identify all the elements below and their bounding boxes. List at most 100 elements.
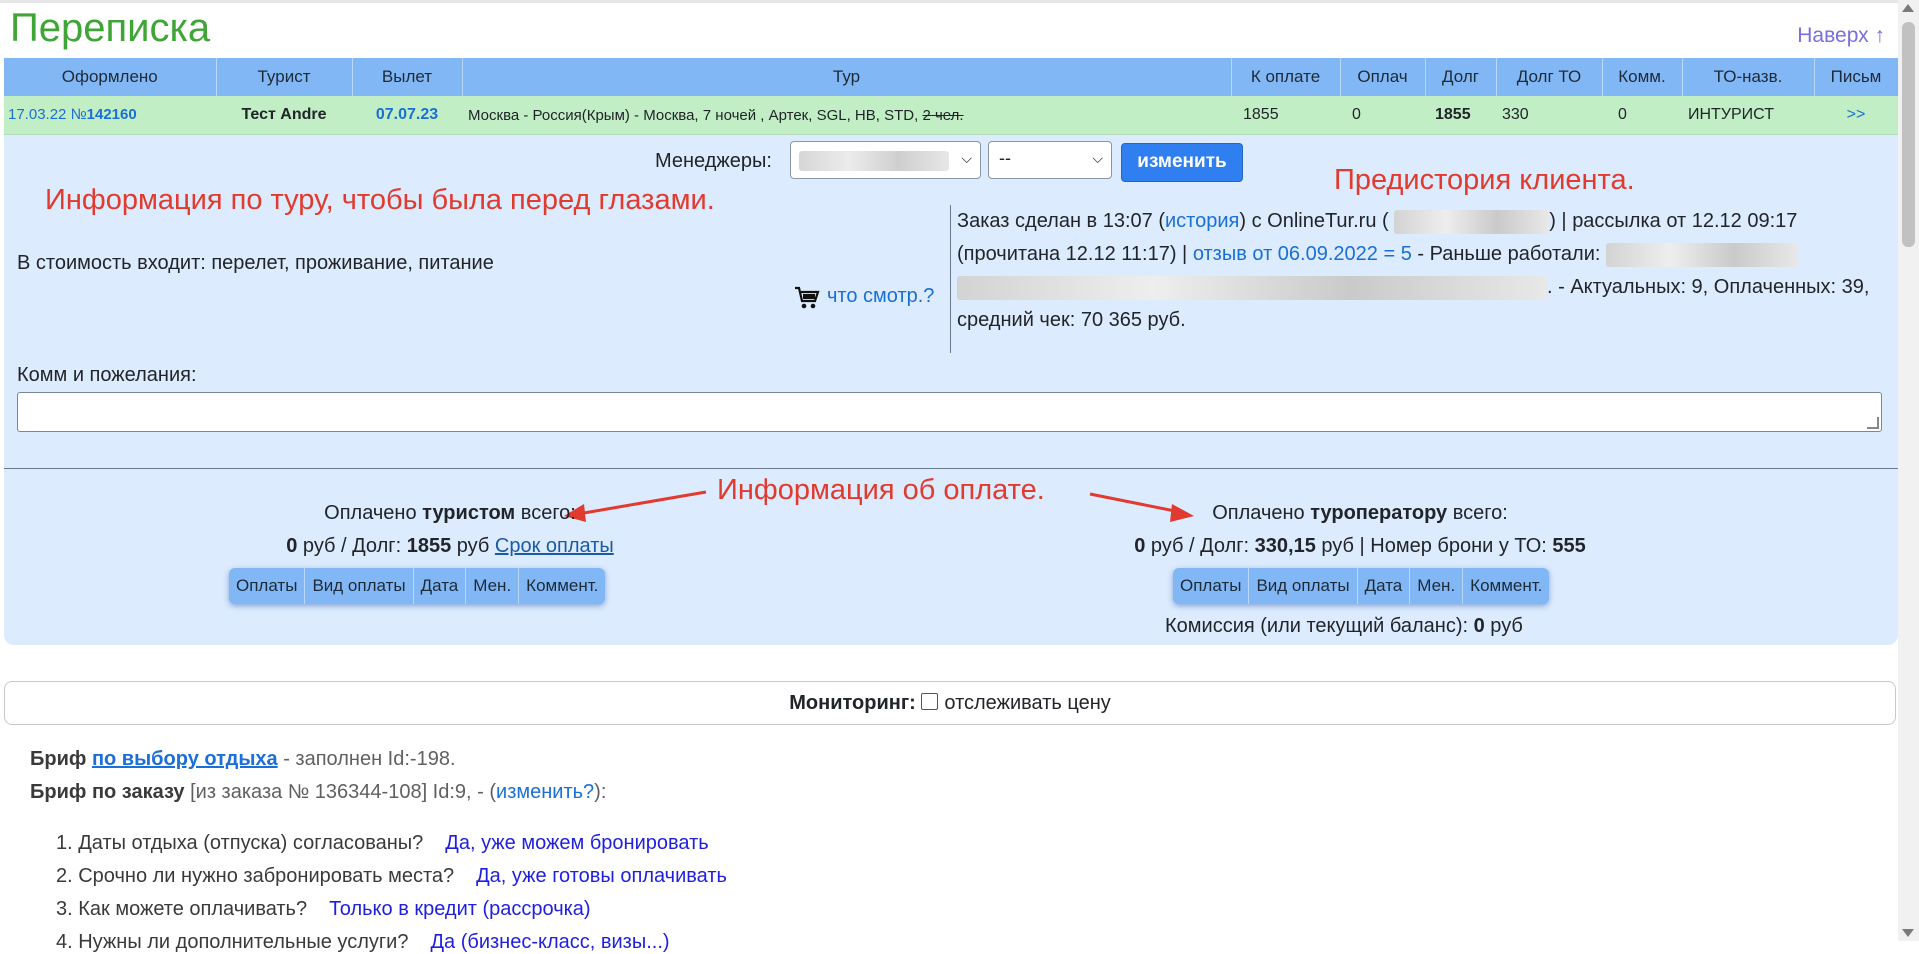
tourist-col-manager[interactable]: Мен.: [466, 568, 520, 604]
cell-departure: 07.07.23: [352, 96, 462, 135]
commission-balance: Комиссия (или текущий баланс): 0 руб: [1165, 615, 1523, 638]
tourist-paid-bold: туристом: [422, 502, 516, 524]
tourist-rub-text: руб: [451, 535, 495, 557]
tourist-debt-amount: 1855: [406, 535, 452, 557]
tourist-col-date[interactable]: Дата: [414, 568, 467, 604]
col-header-departure[interactable]: Вылет: [352, 58, 463, 96]
col-header-debt[interactable]: Долг: [1425, 58, 1497, 96]
tourist-paid-amount: 0: [286, 535, 298, 557]
tour-people: 2 чел.: [922, 106, 964, 124]
cell-debt: 1855: [1425, 96, 1496, 135]
col-header-to-pay[interactable]: К оплате: [1231, 58, 1341, 96]
order-date-link[interactable]: 17.03.22 №142160: [8, 106, 137, 123]
manager-select-2-value: --: [999, 148, 1011, 168]
history-text-1: Заказ сделан в 13:07 (: [957, 210, 1165, 232]
tourist-paid-text: Оплачено: [324, 502, 423, 524]
question-text: 3. Как можете оплачивать?: [56, 898, 308, 920]
annotation-payment: Информация об оплате.: [717, 474, 1045, 506]
comments-label: Комм и пожелания:: [17, 364, 197, 386]
manager-select-1[interactable]: ⌵: [790, 141, 981, 179]
list-item: 3. Как можете оплачивать? Только в кредит…: [56, 898, 591, 921]
panel-divider: [4, 468, 1898, 469]
comments-textarea[interactable]: [17, 392, 1882, 432]
brief-vacation-link[interactable]: по выбору отдыха: [92, 748, 278, 770]
operator-col-comment[interactable]: Коммент.: [1463, 568, 1549, 604]
operator-rub-debt-text: руб / Долг:: [1145, 535, 1255, 557]
operator-col-manager[interactable]: Мен.: [1410, 568, 1464, 604]
cell-paid: 0: [1340, 96, 1425, 135]
monitoring-bar: Мониторинг: отслеживать цену: [4, 681, 1896, 725]
operator-booking-number: 555: [1552, 535, 1586, 557]
included-services: В стоимость входит: перелет, проживание,…: [17, 252, 494, 274]
col-header-letters[interactable]: Письм: [1814, 58, 1899, 96]
operator-col-payments[interactable]: Оплаты: [1173, 568, 1250, 604]
cell-created[interactable]: 17.03.22 №142160: [4, 96, 216, 135]
col-header-created[interactable]: Оформлено: [4, 58, 217, 96]
cell-letters[interactable]: >>: [1814, 96, 1898, 135]
scroll-up-icon[interactable]: [1902, 4, 1914, 12]
col-header-tour[interactable]: Тур: [462, 58, 1232, 96]
tourist-col-payments[interactable]: Оплаты: [229, 568, 306, 604]
table-row: 17.03.22 №142160 Тест Andre 07.07.23 Мос…: [4, 96, 1898, 135]
letters-link[interactable]: >>: [1847, 106, 1866, 123]
to-top-link[interactable]: Наверх ↑: [1797, 24, 1885, 48]
chevron-down-icon: ⌵: [1092, 150, 1103, 166]
vertical-scrollbar[interactable]: [1898, 0, 1919, 941]
change-managers-button[interactable]: изменить: [1121, 143, 1243, 182]
col-header-to-name[interactable]: ТО-назв.: [1682, 58, 1815, 96]
top-border: [0, 0, 1898, 3]
tourist-col-type[interactable]: Вид оплаты: [305, 568, 414, 604]
order-date: 17.03.22: [8, 106, 67, 123]
track-price-checkbox[interactable]: [921, 693, 939, 710]
blurred-manager-name: [799, 151, 949, 171]
brief-order-end: ):: [594, 781, 607, 803]
brief-change-link[interactable]: изменить?: [496, 781, 594, 803]
history-link[interactable]: история: [1165, 210, 1239, 232]
operator-payments-table: Оплаты Вид оплаты Дата Мен. Коммент.: [1173, 568, 1550, 604]
manager-select-2[interactable]: -- ⌵: [988, 141, 1112, 179]
col-header-paid[interactable]: Оплач: [1340, 58, 1426, 96]
tour-description: Москва - Россия(Крым) - Москва, 7 ночей …: [468, 106, 919, 124]
question-text: 2. Срочно ли нужно забронировать места?: [56, 865, 455, 887]
answer-text: Да, уже можем бронировать: [445, 832, 709, 854]
operator-payments-header: Оплаты Вид оплаты Дата Мен. Коммент.: [1173, 568, 1549, 604]
blurred-previous-managers-2: [957, 275, 1547, 300]
cell-comm: 0: [1602, 96, 1682, 135]
operator-col-type[interactable]: Вид оплаты: [1249, 568, 1358, 604]
commission-value: 0: [1473, 615, 1485, 637]
chevron-down-icon: ⌵: [961, 150, 972, 166]
client-history: Заказ сделан в 13:07 (история) с OnlineT…: [950, 205, 1877, 353]
answer-text: Да, уже готовы оплачивать: [476, 865, 727, 887]
operator-paid-summary: Оплачено туроператору всего:: [1110, 502, 1610, 525]
answer-text: Да (бизнес-класс, визы...): [430, 931, 670, 953]
cell-tourist: Тест Andre: [216, 96, 352, 135]
col-header-comm[interactable]: Комм.: [1602, 58, 1683, 96]
departure-link[interactable]: 07.07.23: [376, 106, 438, 123]
operator-paid-text: Оплачено: [1212, 502, 1311, 524]
review-link[interactable]: отзыв от 06.09.2022 = 5: [1193, 243, 1412, 265]
col-header-debt-to[interactable]: Долг ТО: [1496, 58, 1603, 96]
payment-deadline-link[interactable]: Срок оплаты: [495, 535, 614, 557]
blurred-contact: [1394, 209, 1550, 234]
resize-handle-icon[interactable]: [1867, 417, 1879, 429]
track-price-label[interactable]: отслеживать цену: [944, 692, 1110, 714]
brief-order-info: [из заказа № 136344-108] Id:9, - (: [184, 781, 497, 803]
tourist-paid-text-2: всего:: [515, 502, 576, 524]
page-title: Переписка: [10, 6, 211, 50]
operator-debt-summary: 0 руб / Долг: 330,15 руб | Номер брони у…: [1010, 535, 1710, 558]
commission-label: Комиссия (или текущий баланс):: [1165, 615, 1474, 637]
operator-debt-amount: 330,15: [1254, 535, 1316, 557]
list-item: 1. Даты отдыха (отпуска) согласованы? Да,…: [56, 832, 709, 855]
what-watched-link[interactable]: что смотр.?: [827, 285, 934, 308]
brief-vacation: Бриф по выбору отдыха - заполнен Id:-198…: [30, 748, 456, 771]
scroll-down-icon[interactable]: [1902, 929, 1914, 937]
operator-paid-bold: туроператору: [1310, 502, 1448, 524]
cart-icon[interactable]: [794, 285, 820, 311]
col-header-tourist[interactable]: Турист: [216, 58, 353, 96]
operator-col-date[interactable]: Дата: [1358, 568, 1411, 604]
answer-text: Только в кредит (рассрочка): [329, 898, 591, 920]
tourist-col-comment[interactable]: Коммент.: [519, 568, 605, 604]
list-item: 2. Срочно ли нужно забронировать места? Д…: [56, 865, 727, 888]
scrollbar-thumb[interactable]: [1902, 22, 1915, 247]
history-text-4: - Раньше работали:: [1417, 243, 1601, 265]
